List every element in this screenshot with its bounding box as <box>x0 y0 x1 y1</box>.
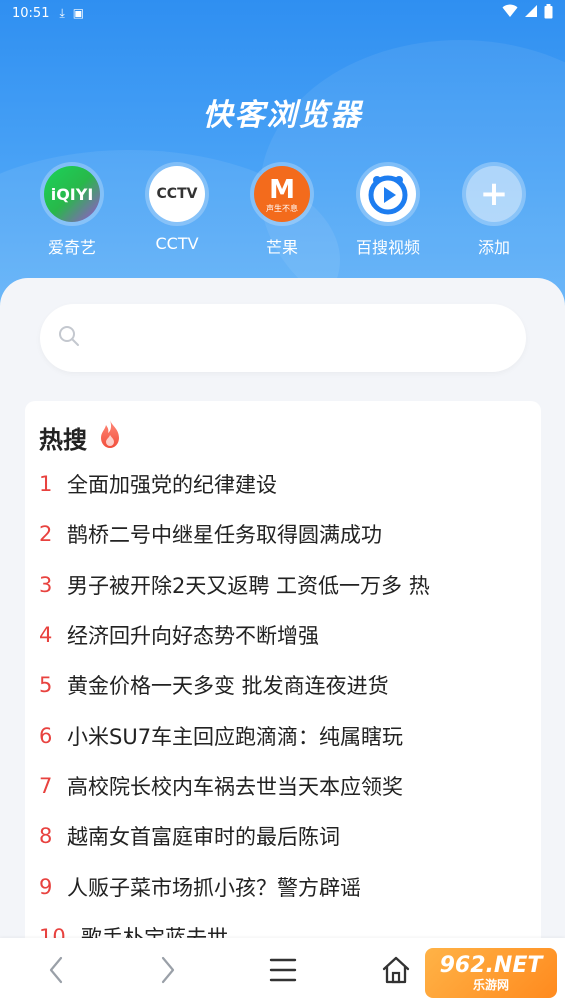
hot-text: 鹊桥二号中继星任务取得圆满成功 <box>67 523 382 548</box>
hot-search-item[interactable]: 8 越南女首富庭审时的最后陈词 <box>25 811 541 861</box>
bottom-nav-bar: 962.NET 乐游网 <box>0 938 565 1004</box>
forward-button[interactable] <box>150 954 186 990</box>
shortcut-label: 百搜视频 <box>355 238 420 257</box>
hot-search-item[interactable]: 9 人贩子菜市场抓小孩？警方辟谣 <box>25 861 541 911</box>
hot-rank: 6 <box>39 723 53 748</box>
hot-rank: 7 <box>39 773 53 798</box>
home-icon <box>381 956 411 988</box>
wifi-icon <box>502 4 518 22</box>
hot-text: 黄金价格一天多变 批发商连夜进货 <box>67 674 389 699</box>
chevron-right-icon <box>158 955 178 989</box>
search-input[interactable] <box>90 328 490 348</box>
hot-search-list: 1 全面加强党的纪律建设 2 鹊桥二号中继星任务取得圆满成功 3 男子被开除2天又返聘… <box>25 459 541 961</box>
search-bar[interactable] <box>40 304 526 372</box>
shortcut-label: 添加 <box>477 238 510 257</box>
watermark-main: 962.NET <box>439 953 543 978</box>
iqiyi-logo-icon: iQIYI <box>44 166 100 222</box>
home-button[interactable] <box>378 954 414 990</box>
mango-logo-letter: M <box>269 174 295 205</box>
hot-rank: 4 <box>39 623 53 648</box>
baidu-video-play-icon <box>360 166 416 222</box>
hot-search-item[interactable]: 2 鹊桥二号中继星任务取得圆满成功 <box>25 509 541 559</box>
shortcut-mango[interactable]: M 声生不息 芒果 <box>237 162 327 258</box>
hot-search-item[interactable]: 5 黄金价格一天多变 批发商连夜进货 <box>25 660 541 710</box>
mango-logo-icon: M 声生不息 <box>254 166 310 222</box>
cctv-logo-icon: CCTV <box>149 166 205 222</box>
hot-text: 高校院长校内车祸去世当天本应领奖 <box>67 774 403 799</box>
hot-search-heading: 热搜 <box>39 425 87 454</box>
shortcut-iqiyi[interactable]: iQIYI 爱奇艺 <box>27 162 117 258</box>
site-watermark-logo: 962.NET 乐游网 <box>425 948 557 998</box>
plus-icon: + <box>466 166 522 222</box>
status-bar: 10:51 ⤓ ▣ <box>0 0 565 26</box>
fire-icon <box>97 419 123 455</box>
hot-text: 男子被开除2天又返聘 工资低一万多 热 <box>67 573 430 598</box>
app-title: 快客浏览器 <box>202 98 363 133</box>
hot-search-item[interactable]: 6 小米SU7车主回应跑滴滴：纯属瞎玩 <box>25 710 541 760</box>
shortcut-label: 爱奇艺 <box>47 238 96 257</box>
hot-search-item[interactable]: 4 经济回升向好态势不断增强 <box>25 610 541 660</box>
hot-rank: 8 <box>39 824 53 849</box>
hot-search-item[interactable]: 3 男子被开除2天又返聘 工资低一万多 热 <box>25 560 541 610</box>
shortcut-label: CCTV <box>155 234 199 253</box>
hot-rank: 1 <box>39 472 53 497</box>
notification-icon: ▣ <box>72 6 85 20</box>
shortcut-cctv[interactable]: CCTV CCTV <box>132 162 222 253</box>
menu-icon <box>269 957 297 987</box>
hot-search-item[interactable]: 1 全面加强党的纪律建设 <box>25 459 541 509</box>
watermark-sub: 乐游网 <box>472 978 509 992</box>
hot-rank: 9 <box>39 874 53 899</box>
hot-search-item[interactable]: 7 高校院长校内车祸去世当天本应领奖 <box>25 761 541 811</box>
search-icon <box>58 325 80 351</box>
shortcut-add[interactable]: + 添加 <box>449 162 539 258</box>
download-icon: ⤓ <box>59 5 65 20</box>
shortcut-label: 芒果 <box>265 238 298 257</box>
hot-text: 经济回升向好态势不断增强 <box>67 624 319 649</box>
hot-rank: 3 <box>39 572 53 597</box>
back-button[interactable] <box>38 954 74 990</box>
chevron-left-icon <box>46 955 66 989</box>
header-hero <box>0 0 565 320</box>
hot-rank: 5 <box>39 673 53 698</box>
signal-icon <box>524 4 538 22</box>
hot-text: 人贩子菜市场抓小孩？警方辟谣 <box>67 875 361 900</box>
hot-text: 小米SU7车主回应跑滴滴：纯属瞎玩 <box>67 724 404 749</box>
status-time: 10:51 <box>12 5 50 21</box>
hot-search-title: 热搜 <box>39 419 123 455</box>
menu-button[interactable] <box>265 954 301 990</box>
mango-logo-subtext: 声生不息 <box>266 203 298 213</box>
shortcut-baidu-video[interactable]: 百搜视频 <box>343 162 433 258</box>
hot-text: 越南女首富庭审时的最后陈词 <box>67 825 340 850</box>
hot-text: 全面加强党的纪律建设 <box>67 473 277 498</box>
hot-rank: 2 <box>39 522 53 547</box>
shortcut-grid: iQIYI 爱奇艺 CCTV CCTV M 声生不息 芒果 百搜视频 + 添加 <box>0 162 565 257</box>
hot-search-card: 热搜 1 全面加强党的纪律建设 2 鹊桥二号中继星任务取得圆满成功 3 男子被开除2天… <box>25 401 541 961</box>
battery-icon <box>544 3 553 23</box>
